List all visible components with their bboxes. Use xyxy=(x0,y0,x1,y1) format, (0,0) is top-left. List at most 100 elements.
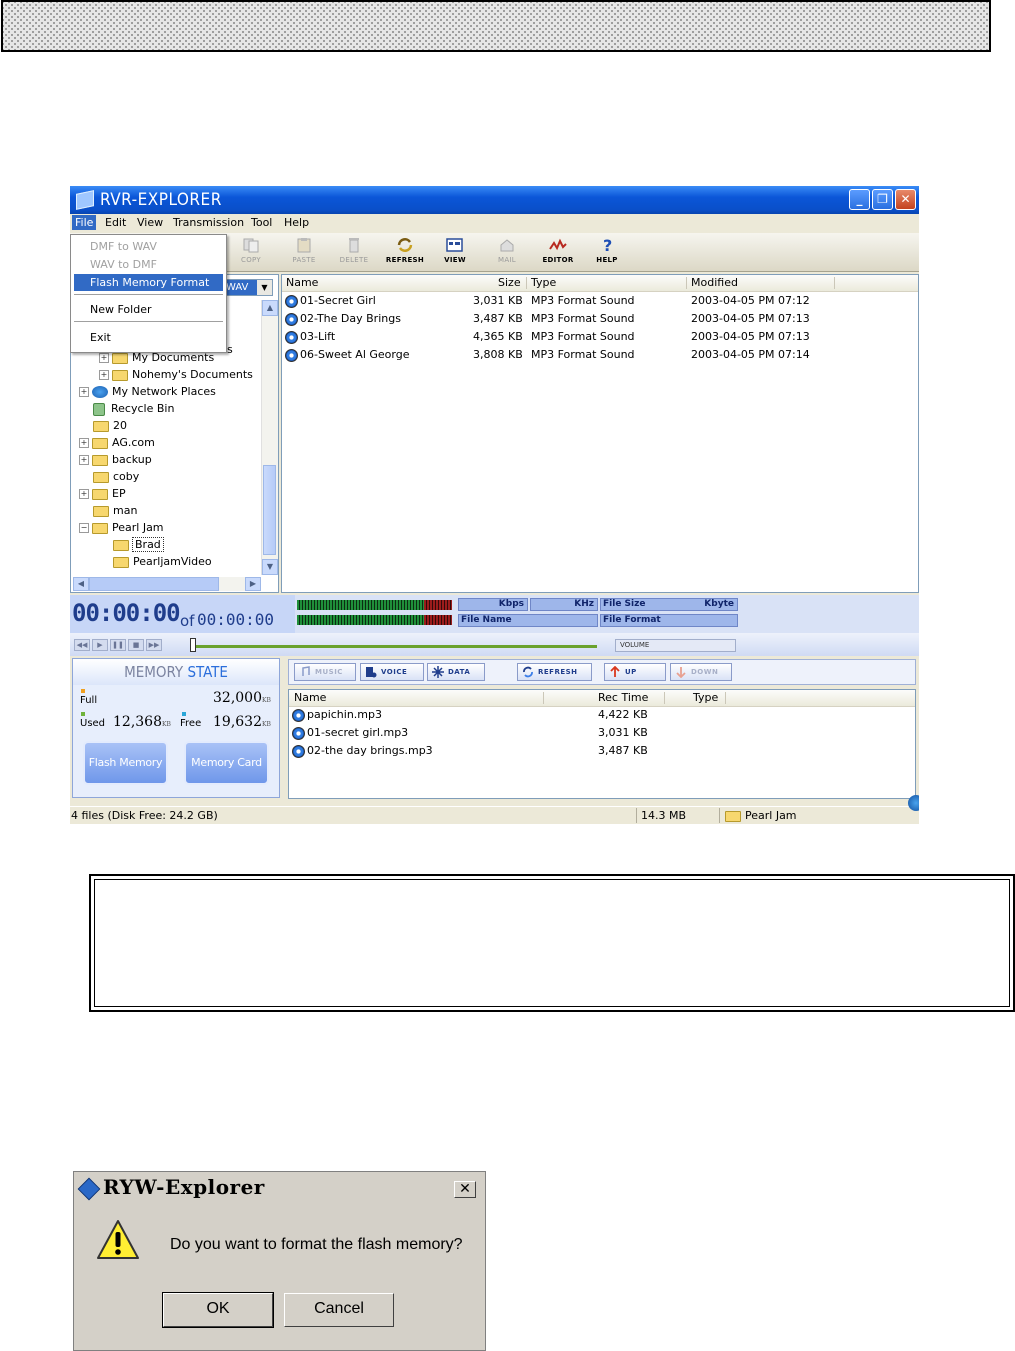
restore-button[interactable]: ❐ xyxy=(872,189,893,210)
menu-edit[interactable]: Edit xyxy=(105,216,126,229)
file-row[interactable]: 02-The Day Brings 3,487 KB MP3 Format So… xyxy=(282,310,918,328)
paste-button[interactable]: PASTE xyxy=(283,237,325,264)
folder-icon xyxy=(113,539,129,551)
scroll-thumb[interactable] xyxy=(89,577,219,591)
rewind-icon[interactable]: ◀◀ xyxy=(74,639,90,651)
expand-icon[interactable]: + xyxy=(79,387,89,397)
file-row[interactable]: 01-Secret Girl 3,031 KB MP3 Format Sound… xyxy=(282,292,918,310)
tree-item-20[interactable]: 20 xyxy=(93,418,127,434)
tree-item-recycle-bin[interactable]: Recycle Bin xyxy=(91,401,174,417)
dialog-close-button[interactable]: ✕ xyxy=(454,1181,476,1198)
tree-item-backup[interactable]: + backup xyxy=(79,452,152,468)
ok-button[interactable]: OK xyxy=(162,1292,274,1328)
column-modified[interactable]: Modified xyxy=(691,276,738,289)
expand-icon[interactable]: + xyxy=(79,438,89,448)
column-name[interactable]: Name xyxy=(286,276,318,289)
refresh-button[interactable]: REFRESH xyxy=(384,237,426,264)
tree-horizontal-scrollbar[interactable]: ◀ ▶ xyxy=(73,577,261,591)
music-button[interactable]: MUSIC xyxy=(294,663,356,681)
cancel-button[interactable]: Cancel xyxy=(284,1293,394,1327)
minimize-button[interactable]: _ xyxy=(849,189,870,210)
file-modified: 2003-04-05 PM 07:12 xyxy=(691,294,810,307)
up-button[interactable]: UP xyxy=(604,663,666,681)
stop-icon[interactable]: ■ xyxy=(128,639,144,651)
tree-item-man[interactable]: man xyxy=(93,503,137,519)
collapse-icon[interactable]: − xyxy=(79,523,89,533)
folder-icon xyxy=(93,471,109,483)
scroll-down-icon[interactable]: ▼ xyxy=(262,559,278,575)
help-button[interactable]: ? HELP xyxy=(586,237,628,264)
column-rec-time[interactable]: Rec Time xyxy=(598,691,648,704)
tree-item-my-network-places[interactable]: + My Network Places xyxy=(79,384,216,400)
menu-help[interactable]: Help xyxy=(284,216,309,229)
column-divider[interactable] xyxy=(543,692,544,704)
menu-item-flash-memory-format[interactable]: Flash Memory Format xyxy=(74,274,223,291)
flash-memory-button[interactable]: Flash Memory xyxy=(83,741,168,785)
file-row[interactable]: 03-Lift 4,365 KB MP3 Format Sound 2003-0… xyxy=(282,328,918,346)
tree-item-ep[interactable]: + EP xyxy=(79,486,126,502)
view-button[interactable]: VIEW xyxy=(434,237,476,264)
tree-vertical-scrollbar[interactable]: ▲ ▼ xyxy=(261,300,278,575)
tree-item-nohemys-documents[interactable]: + Nohemy's Documents xyxy=(99,367,253,383)
column-type[interactable]: Type xyxy=(531,276,556,289)
down-button[interactable]: DOWN xyxy=(670,663,732,681)
expand-icon[interactable]: + xyxy=(99,370,109,380)
play-icon[interactable]: ▶ xyxy=(92,639,108,651)
menu-item-wav-to-dmf[interactable]: WAV to DMF xyxy=(74,256,223,273)
column-size[interactable]: Size xyxy=(498,276,521,289)
tree-item-pearl-jam[interactable]: − Pearl Jam xyxy=(79,520,164,536)
pause-icon[interactable]: ❚❚ xyxy=(110,639,126,651)
chevron-down-icon[interactable]: ▼ xyxy=(257,280,272,295)
voice-button[interactable]: VOICE xyxy=(360,663,424,681)
tree-item-brad[interactable]: Brad xyxy=(113,537,164,553)
device-file-row[interactable]: 01-secret girl.mp3 3,031 KB xyxy=(289,724,915,742)
column-divider[interactable] xyxy=(686,277,687,289)
file-row[interactable]: 06-Sweet Al George 3,808 KB MP3 Format S… xyxy=(282,346,918,364)
menu-transmission[interactable]: Transmission xyxy=(173,216,244,229)
menu-file[interactable]: File xyxy=(72,215,97,230)
scroll-up-icon[interactable]: ▲ xyxy=(262,300,278,316)
refresh-icon xyxy=(523,666,533,678)
device-file-row[interactable]: papichin.mp3 4,422 KB xyxy=(289,706,915,724)
title-bar[interactable]: RVR-EXPLORER _ ❐ ✕ xyxy=(70,186,919,214)
volume-slider[interactable]: VOLUME xyxy=(615,639,736,652)
dialog-title-bar[interactable]: RYW-Explorer ✕ xyxy=(74,1172,485,1204)
tree-item-ag-com[interactable]: + AG.com xyxy=(79,435,155,451)
mail-button[interactable]: MAIL xyxy=(486,237,528,264)
menu-tool[interactable]: Tool xyxy=(251,216,272,229)
device-refresh-button[interactable]: REFRESH xyxy=(517,663,592,681)
menu-item-dmf-to-wav[interactable]: DMF to WAV xyxy=(74,238,223,255)
copy-button[interactable]: COPY xyxy=(230,237,272,264)
tree-item-pearljamvideo[interactable]: PearljamVideo xyxy=(113,554,212,570)
menu-item-exit[interactable]: Exit xyxy=(74,329,223,346)
forward-icon[interactable]: ▶▶ xyxy=(146,639,162,651)
column-divider[interactable] xyxy=(834,277,835,289)
data-button[interactable]: DATA xyxy=(427,663,485,681)
scroll-thumb[interactable] xyxy=(263,465,276,555)
tree-item-coby[interactable]: coby xyxy=(93,469,139,485)
format-confirm-dialog: RYW-Explorer ✕ Do you want to format the… xyxy=(73,1171,486,1351)
scroll-right-icon[interactable]: ▶ xyxy=(245,577,261,591)
memory-card-button[interactable]: Memory Card xyxy=(184,741,269,785)
seek-slider-handle[interactable] xyxy=(190,638,196,652)
device-file-row[interactable]: 02-the day brings.mp3 3,487 KB xyxy=(289,742,915,760)
menu-item-new-folder[interactable]: New Folder xyxy=(74,301,223,318)
rec-time: 3,487 KB xyxy=(598,744,648,757)
scroll-left-icon[interactable]: ◀ xyxy=(73,577,89,591)
seek-track[interactable] xyxy=(192,645,597,648)
column-name[interactable]: Name xyxy=(294,691,326,704)
column-divider[interactable] xyxy=(664,692,665,704)
menu-view[interactable]: View xyxy=(137,216,163,229)
expand-icon[interactable]: + xyxy=(79,455,89,465)
close-button[interactable]: ✕ xyxy=(895,189,916,210)
folder-combo-value: WAV xyxy=(226,282,249,293)
editor-button[interactable]: EDITOR xyxy=(537,237,579,264)
column-divider[interactable] xyxy=(526,277,527,289)
paste-label: PASTE xyxy=(292,256,316,264)
delete-button[interactable]: DELETE xyxy=(333,237,375,264)
folder-combo[interactable]: WAV ▼ xyxy=(223,279,273,296)
expand-icon[interactable]: + xyxy=(79,489,89,499)
expand-icon[interactable]: + xyxy=(99,353,109,363)
column-type[interactable]: Type xyxy=(693,691,718,704)
column-divider[interactable] xyxy=(725,692,726,704)
